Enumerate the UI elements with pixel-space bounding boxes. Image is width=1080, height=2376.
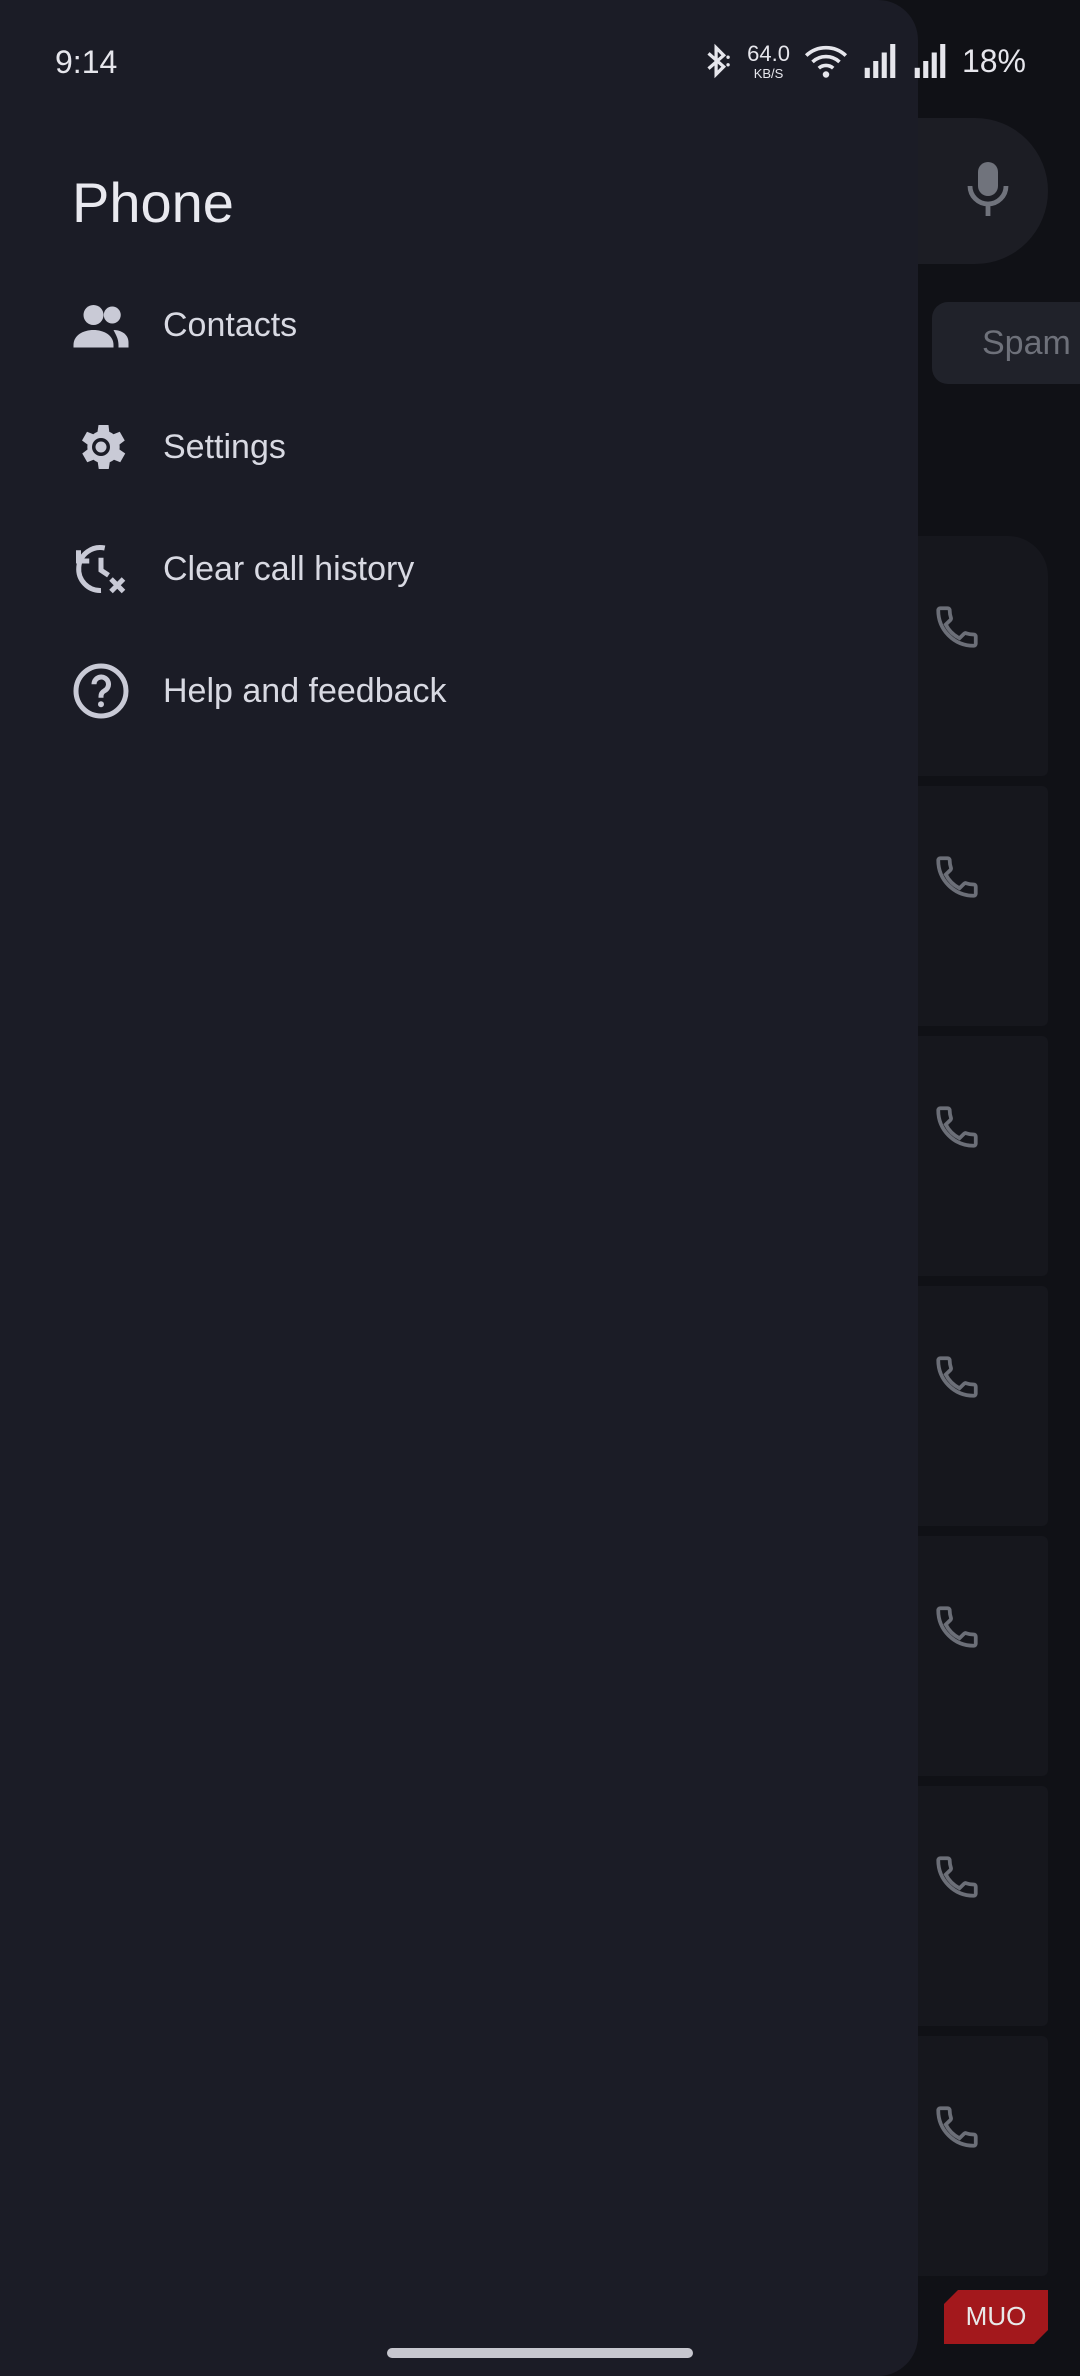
signal-icon — [864, 44, 896, 78]
spam-chip[interactable]: Spam — [932, 302, 1080, 384]
menu-item-settings[interactable]: Settings — [0, 392, 918, 502]
menu-item-label: Contacts — [163, 305, 298, 344]
bluetooth-icon — [707, 43, 730, 79]
network-speed-value: 64.0 — [747, 40, 790, 66]
phone-call-icon[interactable] — [932, 1602, 982, 1652]
menu-item-label: Help and feedback — [163, 671, 447, 710]
phone-call-icon[interactable] — [932, 852, 982, 902]
spam-chip-label: Spam — [982, 323, 1071, 362]
status-icons: 64.0 KB/S 18% — [703, 42, 1026, 80]
menu-item-contacts[interactable]: Contacts — [0, 270, 918, 380]
wifi-icon — [804, 45, 847, 78]
svg-text:MUO: MUO — [966, 2301, 1027, 2331]
menu-item-help-and-feedback[interactable]: Help and feedback — [0, 636, 918, 746]
drawer-title: Phone — [72, 171, 234, 234]
history-clear-icon — [76, 545, 126, 594]
muo-logo: MUO — [944, 2290, 1048, 2344]
mic-icon[interactable] — [964, 160, 1012, 220]
gesture-home-bar[interactable] — [387, 2348, 693, 2358]
phone-call-icon[interactable] — [932, 1102, 982, 1152]
status-bar: 9:14 64.0 KB/S 18% — [0, 0, 1080, 130]
gear-icon — [82, 425, 126, 469]
contacts-icon — [73, 305, 129, 348]
phone-call-icon[interactable] — [932, 2102, 982, 2152]
phone-call-icon[interactable] — [932, 1352, 982, 1402]
status-time: 9:14 — [55, 44, 118, 80]
phone-call-icon[interactable] — [932, 602, 982, 652]
signal-icon — [914, 44, 946, 78]
network-speed: 64.0 KB/S — [747, 40, 790, 81]
menu-item-clear-call-history[interactable]: Clear call history — [0, 514, 918, 624]
navigation-drawer: Phone Contacts Settings Clear call histo… — [0, 0, 918, 2376]
help-icon — [73, 663, 129, 719]
network-speed-unit: KB/S — [753, 65, 784, 81]
phone-call-icon[interactable] — [932, 1852, 982, 1902]
battery-level: 18% — [961, 42, 1026, 79]
menu-item-label: Clear call history — [163, 549, 415, 588]
menu-item-label: Settings — [163, 427, 286, 466]
